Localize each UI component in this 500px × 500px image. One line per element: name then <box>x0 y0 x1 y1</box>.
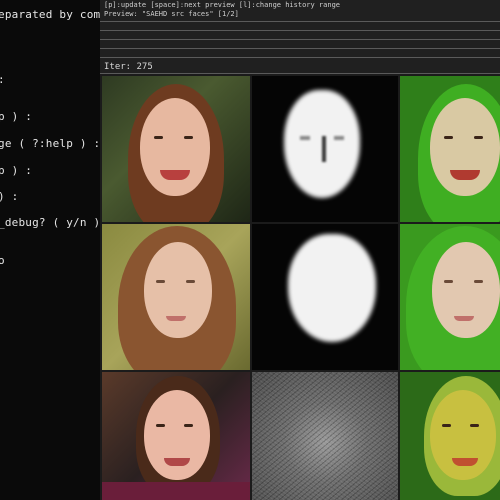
preview-header: [p]:update [space]:next preview [l]:chan… <box>100 0 500 74</box>
preview-label: Preview: "SAEHD src faces" [1/2] <box>104 10 239 18</box>
console-line: p ) : <box>0 110 33 123</box>
mask-overlay-image <box>400 372 500 500</box>
mask-image <box>252 76 398 222</box>
preview-grid <box>102 76 500 500</box>
divider <box>100 30 500 31</box>
face-image <box>102 372 250 500</box>
console-line: : <box>0 73 5 86</box>
console-line: _debug? ( y/n ) : <box>0 216 101 229</box>
face-image <box>102 76 250 222</box>
mask-overlay-image <box>400 224 500 370</box>
divider <box>100 57 500 58</box>
mask-overlay-image <box>400 76 500 222</box>
divider <box>100 21 500 22</box>
console-line: p ) : <box>0 164 33 177</box>
mask-image <box>252 372 398 500</box>
console-line: o <box>0 254 5 267</box>
console-panel: eparated by comma : p ) : ge ( ?:help ) … <box>0 0 101 500</box>
iteration-counter: Iter: 275 <box>104 62 153 72</box>
preview-window[interactable]: [p]:update [space]:next preview [l]:chan… <box>100 0 500 500</box>
console-line: ge ( ?:help ) : <box>0 137 101 150</box>
divider <box>100 48 500 49</box>
face-image <box>102 224 250 370</box>
console-line: eparated by comma <box>0 8 101 21</box>
divider <box>100 73 500 74</box>
hotkeys-text: [p]:update [space]:next preview [l]:chan… <box>104 1 341 9</box>
mask-image <box>252 224 398 370</box>
console-line: ) : <box>0 190 19 203</box>
divider <box>100 39 500 40</box>
